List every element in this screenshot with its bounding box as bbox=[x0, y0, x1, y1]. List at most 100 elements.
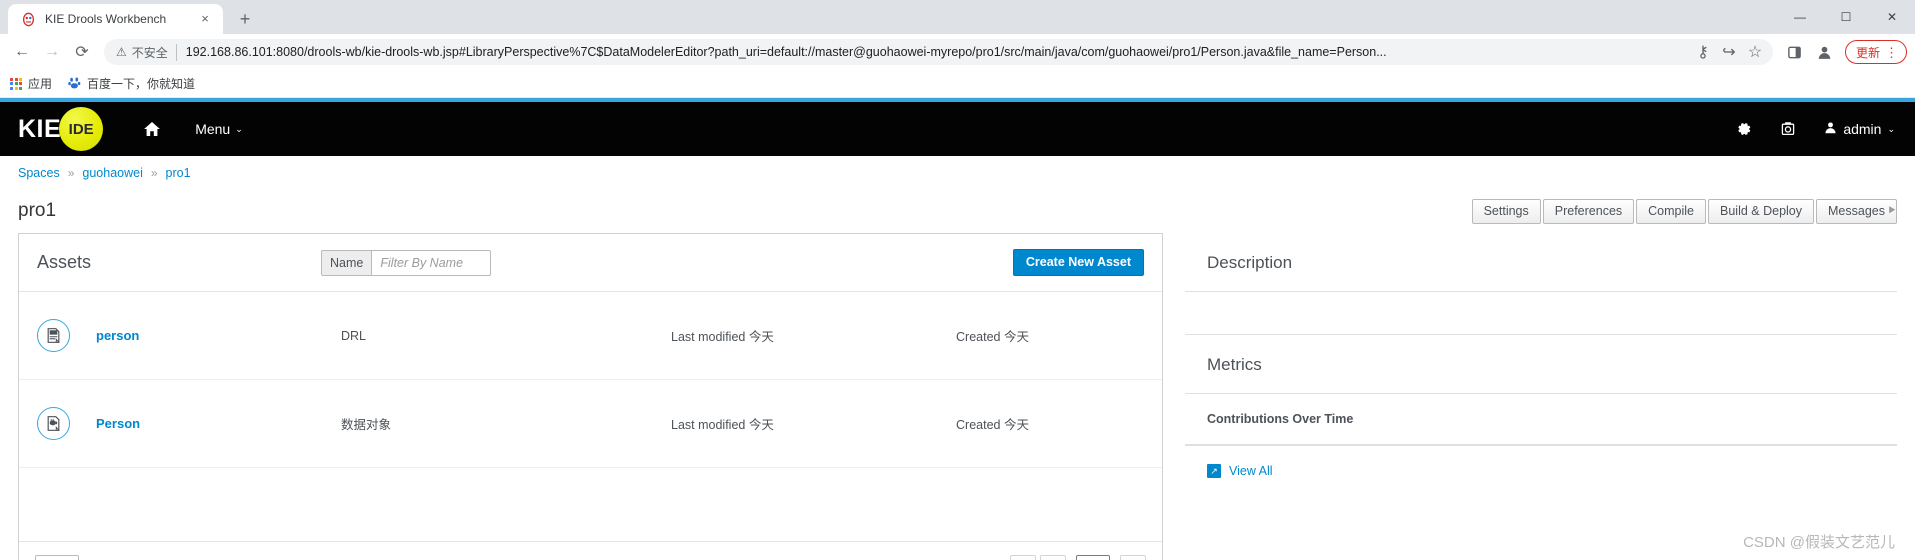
name-filter-group: Name bbox=[321, 249, 492, 276]
brand-kie-text: KIE bbox=[18, 114, 62, 143]
navbar-actions: question-mark-icon bbox=[1708, 121, 1895, 137]
tab-strip: KIE Drools Workbench × + — ☐ ✕ bbox=[0, 0, 1915, 34]
home-icon[interactable] bbox=[143, 120, 161, 138]
external-link-icon: ↗ bbox=[1207, 464, 1221, 478]
asset-last-modified: Last modified 今天 bbox=[671, 418, 774, 432]
new-tab-button[interactable]: + bbox=[231, 5, 259, 33]
user-label: admin bbox=[1843, 121, 1882, 137]
camera-icon[interactable] bbox=[1780, 121, 1796, 137]
build-and-deploy-button[interactable]: Build & Deploy bbox=[1708, 198, 1815, 224]
asset-name-link[interactable]: Person bbox=[96, 416, 341, 431]
chevron-down-icon: ⌄ bbox=[235, 123, 243, 134]
update-button[interactable]: 更新 ⋮ bbox=[1844, 40, 1907, 64]
view-all-link[interactable]: ↗ View All bbox=[1185, 446, 1897, 496]
baidu-bookmark-label: 百度一下，你就知道 bbox=[87, 77, 196, 91]
assets-panel: Assets Name Create New Asset bbox=[18, 233, 1163, 560]
asset-type: DRL bbox=[341, 328, 367, 343]
page-header: pro1 Settings Preferences Compile Build … bbox=[0, 189, 1915, 233]
bookmark-star-icon[interactable]: ☆ bbox=[1743, 40, 1767, 64]
kie-workbench: KIE IDE Menu ⌄ question-mark-icon bbox=[0, 98, 1915, 560]
not-secure-label: 不安全 bbox=[131, 45, 168, 60]
user-menu[interactable]: admin ⌄ bbox=[1824, 121, 1895, 137]
menu-dropdown[interactable]: Menu ⌄ bbox=[195, 121, 243, 137]
apps-shortcut[interactable]: 应用 bbox=[10, 75, 52, 92]
previous-page-button[interactable]: ‹ bbox=[1040, 554, 1066, 560]
messages-button[interactable]: Messages bbox=[1816, 198, 1897, 224]
forward-icon[interactable]: → bbox=[38, 38, 66, 66]
brand-ide-badge: IDE bbox=[59, 107, 104, 151]
page-number-input[interactable] bbox=[1076, 554, 1110, 560]
next-page-button[interactable]: › bbox=[1120, 554, 1146, 560]
create-new-asset-button[interactable]: Create New Asset bbox=[1012, 249, 1144, 276]
per-page-select[interactable]: 15 bbox=[35, 554, 79, 560]
not-secure-warning[interactable]: ⚠ 不安全 bbox=[116, 43, 177, 61]
view-all-label: View All bbox=[1229, 464, 1273, 478]
pagination-controls: 1 - 2 « ‹ › bbox=[971, 554, 1146, 560]
omnibox-actions: ⚷ ↪ ☆ bbox=[1691, 40, 1767, 64]
warning-triangle-icon: ⚠ bbox=[116, 45, 127, 59]
asset-last-modified: Last modified 今天 bbox=[671, 330, 774, 344]
tab-close-icon[interactable]: × bbox=[197, 11, 213, 27]
update-label: 更新 bbox=[1855, 45, 1880, 60]
page-title: pro1 bbox=[18, 200, 57, 221]
drools-favicon bbox=[20, 11, 36, 27]
window-minimize-button[interactable]: — bbox=[1777, 0, 1823, 34]
address-bar[interactable]: ⚠ 不安全 192.168.86.101:8080/drools-wb/kie-… bbox=[104, 39, 1773, 65]
window-controls: — ☐ ✕ bbox=[1777, 0, 1915, 34]
collapse-sidebar-icon[interactable]: ⯈ bbox=[1887, 203, 1897, 219]
screen-root: KIE Drools Workbench × + — ☐ ✕ ← → ⟳ ⚠ 不… bbox=[0, 0, 1915, 560]
asset-name-link[interactable]: person bbox=[96, 328, 341, 343]
description-card: Description bbox=[1185, 233, 1897, 335]
breadcrumb-item-spaces[interactable]: Spaces bbox=[18, 166, 60, 180]
breadcrumb: Spaces » guohaowei » pro1 bbox=[0, 156, 1915, 189]
main-content: Assets Name Create New Asset bbox=[0, 203, 1915, 560]
gear-icon[interactable] bbox=[1736, 121, 1752, 137]
name-filter-label: Name bbox=[321, 249, 372, 276]
window-close-button[interactable]: ✕ bbox=[1869, 0, 1915, 34]
tab-title: KIE Drools Workbench bbox=[45, 12, 167, 26]
settings-button[interactable]: Settings bbox=[1471, 198, 1541, 224]
description-body bbox=[1185, 292, 1897, 334]
table-row[interactable]: person DRL Last modified 今天 Created 今天 bbox=[19, 292, 1162, 380]
chevron-down-icon: ⌄ bbox=[1887, 123, 1895, 134]
baidu-paw-icon bbox=[68, 76, 81, 92]
drl-file-icon bbox=[37, 319, 70, 352]
profile-avatar-icon[interactable] bbox=[1811, 38, 1839, 66]
apps-grid-icon bbox=[10, 77, 22, 90]
watermark: CSDN @假装文艺范儿 bbox=[1743, 534, 1895, 551]
breadcrumb-separator: » bbox=[67, 165, 75, 180]
metrics-card: Metrics Contributions Over Time bbox=[1185, 335, 1897, 446]
sidepanel-icon[interactable] bbox=[1781, 38, 1809, 66]
avatar-icon bbox=[1824, 121, 1837, 137]
share-icon[interactable]: ↪ bbox=[1717, 40, 1741, 64]
assets-header: Assets Name Create New Asset bbox=[19, 234, 1162, 292]
details-sidebar: ⯈ Description Metrics Contributions Over… bbox=[1185, 203, 1897, 560]
page-actions: Settings Preferences Compile Build & Dep… bbox=[1471, 198, 1897, 224]
password-key-icon[interactable]: ⚷ bbox=[1691, 40, 1715, 64]
asset-created: Created 今天 bbox=[956, 330, 1029, 344]
assets-title: Assets bbox=[37, 252, 92, 272]
apps-shortcut-label: 应用 bbox=[28, 77, 53, 91]
name-filter-input[interactable] bbox=[371, 249, 492, 276]
first-page-button[interactable]: « bbox=[1010, 554, 1036, 560]
browser-chrome: KIE Drools Workbench × + — ☐ ✕ ← → ⟳ ⚠ 不… bbox=[0, 0, 1915, 98]
preferences-button[interactable]: Preferences bbox=[1542, 198, 1635, 224]
breadcrumb-item-pro1[interactable]: pro1 bbox=[166, 166, 191, 180]
table-row[interactable]: Person 数据对象 Last modified 今天 Created 今天 bbox=[19, 380, 1162, 468]
baidu-bookmark[interactable]: 百度一下，你就知道 bbox=[68, 75, 195, 92]
reload-icon[interactable]: ⟳ bbox=[68, 38, 96, 66]
back-icon[interactable]: ← bbox=[8, 38, 36, 66]
url-text: 192.168.86.101:8080/drools-wb/kie-drools… bbox=[185, 45, 1387, 59]
kie-brand-logo[interactable]: KIE IDE bbox=[18, 107, 104, 151]
compile-button[interactable]: Compile bbox=[1636, 198, 1707, 224]
java-data-object-icon bbox=[37, 407, 70, 440]
browser-menu-icon[interactable]: ⋮ bbox=[1885, 46, 1898, 59]
breadcrumb-item-guohaowei[interactable]: guohaowei bbox=[82, 166, 142, 180]
asset-type: 数据对象 bbox=[341, 418, 392, 432]
metrics-title: Metrics bbox=[1185, 335, 1897, 394]
app-navbar: KIE IDE Menu ⌄ question-mark-icon bbox=[0, 98, 1915, 156]
browser-tab[interactable]: KIE Drools Workbench × bbox=[8, 4, 223, 34]
bookmarks-bar: 应用 百度一下，你就知道 bbox=[0, 70, 1915, 98]
window-maximize-button[interactable]: ☐ bbox=[1823, 0, 1869, 34]
contributions-over-time-item[interactable]: Contributions Over Time bbox=[1185, 394, 1897, 445]
